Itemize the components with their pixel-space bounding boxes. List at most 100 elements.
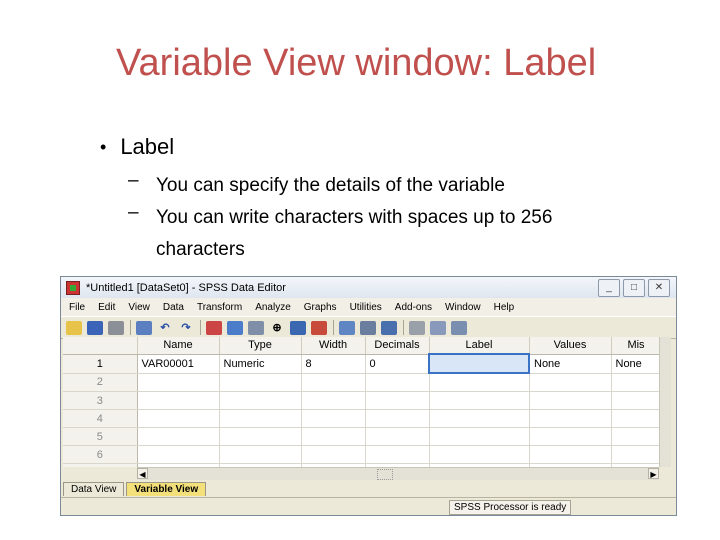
name-cell[interactable]: VAR00001 <box>137 354 220 374</box>
row-number[interactable]: 4 <box>63 409 138 428</box>
values-cell[interactable] <box>529 391 612 410</box>
column-header-values[interactable]: Values <box>529 337 612 355</box>
tab-data-view[interactable]: Data View <box>63 482 125 496</box>
decimals-cell[interactable] <box>365 427 430 446</box>
insert-cases-icon[interactable] <box>290 320 306 335</box>
variable-grid: Name Type Width Decimals Label Values Mi… <box>63 337 671 467</box>
column-header-type[interactable]: Type <box>219 337 302 355</box>
row-number[interactable]: 2 <box>63 373 138 392</box>
find-icon[interactable]: ⊕ <box>269 321 285 335</box>
menu-graphs[interactable]: Graphs <box>304 302 337 313</box>
type-cell[interactable]: Numeric <box>219 354 302 374</box>
menu-addons[interactable]: Add-ons <box>395 302 432 313</box>
label-cell[interactable] <box>429 427 530 446</box>
values-cell[interactable] <box>529 427 612 446</box>
values-cell[interactable]: None <box>529 354 612 374</box>
minimize-icon[interactable]: _ <box>598 279 620 297</box>
dialog-recall-icon[interactable] <box>136 320 152 335</box>
name-cell[interactable] <box>137 373 220 392</box>
variables-icon[interactable] <box>248 320 264 335</box>
values-cell[interactable] <box>529 373 612 392</box>
type-cell[interactable] <box>219 373 302 392</box>
close-icon[interactable]: ✕ <box>648 279 670 297</box>
column-header-decimals[interactable]: Decimals <box>365 337 430 355</box>
label-cell[interactable] <box>429 445 530 464</box>
weight-cases-icon[interactable] <box>360 320 376 335</box>
scroll-left-icon[interactable]: ◀ <box>137 468 148 479</box>
split-file-icon[interactable] <box>339 320 355 335</box>
name-cell[interactable] <box>137 409 220 428</box>
values-cell[interactable] <box>529 409 612 428</box>
type-cell[interactable] <box>219 445 302 464</box>
menu-analyze[interactable]: Analyze <box>255 302 291 313</box>
type-cell[interactable] <box>219 391 302 410</box>
menu-edit[interactable]: Edit <box>98 302 115 313</box>
goto-case-icon[interactable] <box>206 320 222 335</box>
name-cell[interactable] <box>137 427 220 446</box>
type-cell[interactable] <box>219 409 302 428</box>
horizontal-scrollbar[interactable]: ◀ ▶ <box>137 467 659 480</box>
missing-cell[interactable]: None <box>611 354 662 374</box>
decimals-cell[interactable] <box>365 409 430 428</box>
vertical-scrollbar[interactable] <box>659 337 671 467</box>
save-icon[interactable] <box>87 320 103 335</box>
width-cell[interactable] <box>301 373 366 392</box>
menu-view[interactable]: View <box>128 302 150 313</box>
menu-transform[interactable]: Transform <box>197 302 242 313</box>
maximize-icon[interactable]: □ <box>623 279 645 297</box>
bullet-label: Label <box>120 134 175 159</box>
decimals-cell[interactable] <box>365 445 430 464</box>
value-labels-icon[interactable] <box>409 320 425 335</box>
open-icon[interactable] <box>66 320 82 335</box>
width-cell[interactable] <box>301 391 366 410</box>
menu-data[interactable]: Data <box>163 302 184 313</box>
menu-help[interactable]: Help <box>494 302 515 313</box>
scroll-thumb[interactable] <box>377 469 393 480</box>
decimals-cell[interactable] <box>365 391 430 410</box>
tab-variable-view[interactable]: Variable View <box>126 482 207 496</box>
redo-icon[interactable]: ↷ <box>178 321 194 335</box>
dash-2: – <box>128 202 139 223</box>
width-cell[interactable] <box>301 409 366 428</box>
name-cell[interactable] <box>137 391 220 410</box>
select-cases-icon[interactable] <box>381 320 397 335</box>
menu-window[interactable]: Window <box>445 302 481 313</box>
type-cell[interactable] <box>219 427 302 446</box>
values-cell[interactable] <box>529 445 612 464</box>
row-number[interactable]: 5 <box>63 427 138 446</box>
column-header-name[interactable]: Name <box>137 337 220 355</box>
column-header-missing[interactable]: Mis <box>611 337 662 355</box>
decimals-cell[interactable]: 0 <box>365 354 430 374</box>
row-number[interactable]: 7 <box>63 463 138 467</box>
label-cell[interactable] <box>429 391 530 410</box>
row-number[interactable]: 6 <box>63 445 138 464</box>
menu-file[interactable]: File <box>69 302 85 313</box>
missing-cell[interactable] <box>611 409 662 428</box>
width-cell[interactable] <box>301 427 366 446</box>
print-icon[interactable] <box>108 320 124 335</box>
insert-variable-icon[interactable] <box>311 320 327 335</box>
row-number[interactable]: 1 <box>63 354 138 374</box>
label-cell[interactable] <box>429 409 530 428</box>
row-number[interactable]: 3 <box>63 391 138 410</box>
missing-cell[interactable] <box>611 391 662 410</box>
width-cell[interactable] <box>301 445 366 464</box>
column-header-label[interactable]: Label <box>429 337 530 355</box>
missing-cell[interactable] <box>611 373 662 392</box>
goto-variable-icon[interactable] <box>227 320 243 335</box>
width-cell[interactable]: 8 <box>301 354 366 374</box>
name-cell[interactable] <box>137 445 220 464</box>
use-sets-icon[interactable] <box>430 320 446 335</box>
label-cell-selected[interactable] <box>428 353 530 374</box>
undo-icon[interactable]: ↶ <box>157 321 173 335</box>
decimals-cell[interactable] <box>365 373 430 392</box>
missing-cell[interactable] <box>611 427 662 446</box>
toolbar-separator <box>130 320 131 335</box>
missing-cell[interactable] <box>611 445 662 464</box>
column-header-width[interactable]: Width <box>301 337 366 355</box>
label-cell[interactable] <box>429 373 530 392</box>
show-all-icon[interactable] <box>451 320 467 335</box>
view-tabs: Data View Variable View <box>61 481 676 496</box>
scroll-right-icon[interactable]: ▶ <box>648 468 659 479</box>
menu-utilities[interactable]: Utilities <box>350 302 382 313</box>
